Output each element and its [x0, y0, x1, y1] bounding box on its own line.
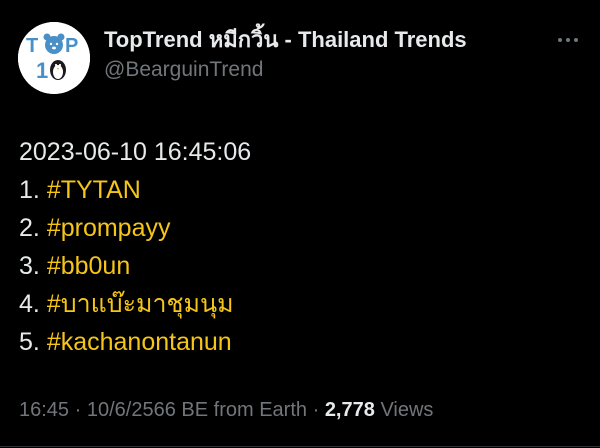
trend-hashtag-link[interactable]: #TYTAN: [47, 176, 141, 204]
tweet-meta: 16:45 · 10/6/2566 BE from Earth · 2,778 …: [19, 396, 433, 424]
trend-item: 5. #kachanontanun: [19, 323, 579, 361]
avatar-digit-one: 1: [36, 58, 48, 83]
tweet: T P 1 TopTrend หมีกวิ้น - Thailand Trend…: [0, 0, 600, 448]
top10-bear-penguin-logo-icon: T P 1: [18, 22, 90, 94]
bear-ear-right: [57, 33, 65, 41]
views-label: Views: [380, 399, 434, 421]
trend-rank: 1.: [19, 176, 40, 204]
trend-hashtag-link[interactable]: #bb0un: [47, 252, 130, 280]
trend-item: 3. #bb0un: [19, 247, 579, 285]
divider: [0, 446, 600, 447]
bear-ear-left: [43, 33, 51, 41]
tweet-text: 2023-06-10 16:45:06 1. #TYTAN 2. #prompa…: [19, 133, 579, 361]
more-horizontal-icon[interactable]: [550, 28, 586, 52]
meta-separator: ·: [74, 399, 82, 421]
trend-rank: 5.: [19, 328, 40, 356]
author-handle[interactable]: @BearguinTrend: [104, 56, 534, 84]
trend-hashtag-link[interactable]: #prompayy: [47, 214, 171, 242]
views-count[interactable]: 2,778: [325, 399, 375, 421]
trend-rank: 2.: [19, 214, 40, 242]
author-block: TopTrend หมีกวิ้น - Thailand Trends @Bea…: [104, 26, 534, 84]
tweet-date[interactable]: 10/6/2566 BE: [87, 399, 208, 421]
tweet-timestamp-line: 2023-06-10 16:45:06: [19, 138, 252, 166]
source-prefix: from: [213, 399, 254, 421]
trend-rank: 3.: [19, 252, 40, 280]
trend-item: 2. #prompayy: [19, 209, 579, 247]
trend-item: 1. #TYTAN: [19, 171, 579, 209]
avatar[interactable]: T P 1: [18, 22, 90, 94]
trend-rank: 4.: [19, 290, 40, 318]
more-dot: [558, 38, 562, 42]
more-dot: [574, 38, 578, 42]
tweet-time[interactable]: 16:45: [19, 399, 69, 421]
avatar-letter-t: T: [26, 35, 38, 57]
avatar-letter-p: P: [65, 35, 78, 57]
tweet-source-link[interactable]: Earth: [259, 399, 307, 421]
meta-separator: ·: [312, 399, 320, 421]
trend-item: 4. #บาแบ๊ะมาชุมนุม: [19, 285, 579, 323]
more-dot: [566, 38, 570, 42]
trend-hashtag-link[interactable]: #kachanontanun: [47, 328, 232, 356]
author-display-name[interactable]: TopTrend หมีกวิ้น - Thailand Trends: [104, 26, 534, 54]
trend-hashtag-link[interactable]: #บาแบ๊ะมาชุมนุม: [47, 290, 234, 318]
